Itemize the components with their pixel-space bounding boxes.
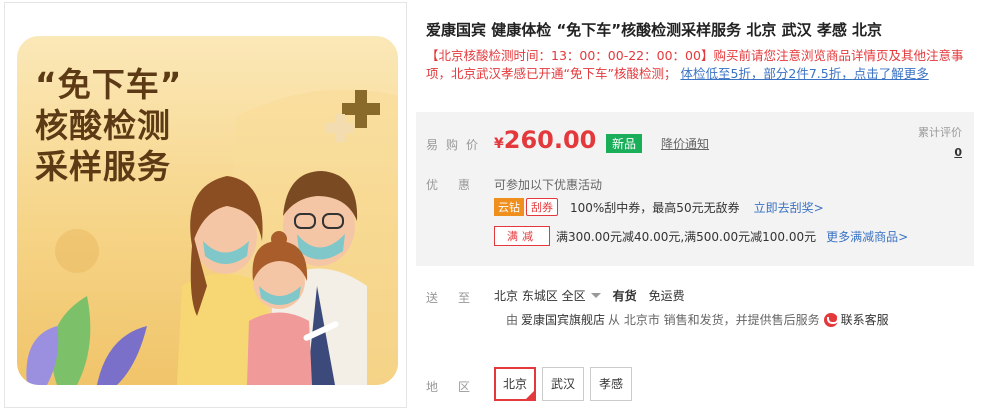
seller-prefix: 由 [506,313,519,327]
product-main-image[interactable]: “免下车” 核酸检测 采样服务 [17,36,398,385]
stock-status: 有货 [612,289,637,303]
location-selector[interactable]: 北京 东城区 全区 [494,287,586,304]
chevron-down-icon[interactable] [590,293,601,298]
shipping-fee: 免运费 [648,289,685,303]
area-option-xiaogan[interactable]: 孝感 [590,367,632,401]
review-count-link[interactable]: 0 [918,146,962,159]
promo-label: 优惠 [426,178,491,192]
seller-desc: 从 北京市 销售和发货，并提供售后服务 [608,313,820,327]
ship-to-label: 送至 [426,291,491,305]
full-reduction-badge: 满减 [494,226,550,246]
full-reduction-desc: 满300.00元减40.00元,满500.00元减100.00元 [556,229,817,244]
promo-title: 可参加以下优惠活动 [494,178,603,192]
customer-service-icon[interactable] [823,312,839,327]
area-option-wuhan[interactable]: 武汉 [542,367,584,401]
store-link[interactable]: 爱康国宾旗舰店 [521,311,605,328]
price-promo-box: 易购价 ¥260.00 新品 降价通知 累计评价 0 优惠 可参加以下优惠活动 … [416,112,974,266]
price-drop-notify-link[interactable]: 降价通知 [661,135,709,152]
price-value: 260.00 [503,126,597,154]
product-image-frame: “免下车” 核酸检测 采样服务 [4,2,407,408]
area-option-beijing[interactable]: 北京 [494,367,536,401]
more-reduction-products-link[interactable]: 更多满减商品> [826,228,908,245]
promo-discount-row: 满减 满300.00元减40.00元,满500.00元减100.00元 更多满减… [494,226,908,246]
product-notice: 【北京核酸检测时间：13：00：00-22：00：00】购买前请您注意浏览商品详… [426,47,986,83]
product-title: 爱康国宾 健康体检 “免下车”核酸检测采样服务 北京 武汉 孝感 北京 [426,21,883,39]
seller-row: 由 爱康国宾旗舰店 从 北京市 销售和发货，并提供售后服务 联系客服 [506,311,889,328]
scratch-now-link[interactable]: 立即去刮奖> [754,199,824,216]
promo-coupon-row: 云钻 刮券 100%刮中券，最高50元无敌券 立即去刮奖> [494,198,824,216]
new-product-tag: 新品 [606,134,643,153]
area-options: 北京 武汉 孝感 [494,367,638,401]
currency-symbol: ¥ [494,136,504,152]
review-label: 累计评价 [918,126,962,139]
shipping-row: 北京 东城区 全区 有货 免运费 [494,287,685,304]
notice-more-link[interactable]: 体检低至5折，部分2件7.5折，点击了解更多 [680,66,928,81]
yunzuan-badge: 云钻 [494,198,524,216]
poster-line-2: 核酸检测 [35,106,171,145]
area-label: 地区 [426,380,491,394]
poster-line-1: “免下车” [35,65,183,104]
price-label: 易购价 [426,138,487,152]
poster-line-3: 采样服务 [35,147,171,186]
poster-headline: “免下车” 核酸检测 采样服务 [35,64,182,187]
review-summary: 累计评价 0 [918,124,962,159]
contact-service-link[interactable]: 联系客服 [841,311,889,328]
scratch-coupon-badge: 刮券 [526,198,558,216]
price-display: ¥260.00 [494,126,596,154]
coupon-desc: 100%刮中券，最高50元无敌券 [570,200,740,215]
